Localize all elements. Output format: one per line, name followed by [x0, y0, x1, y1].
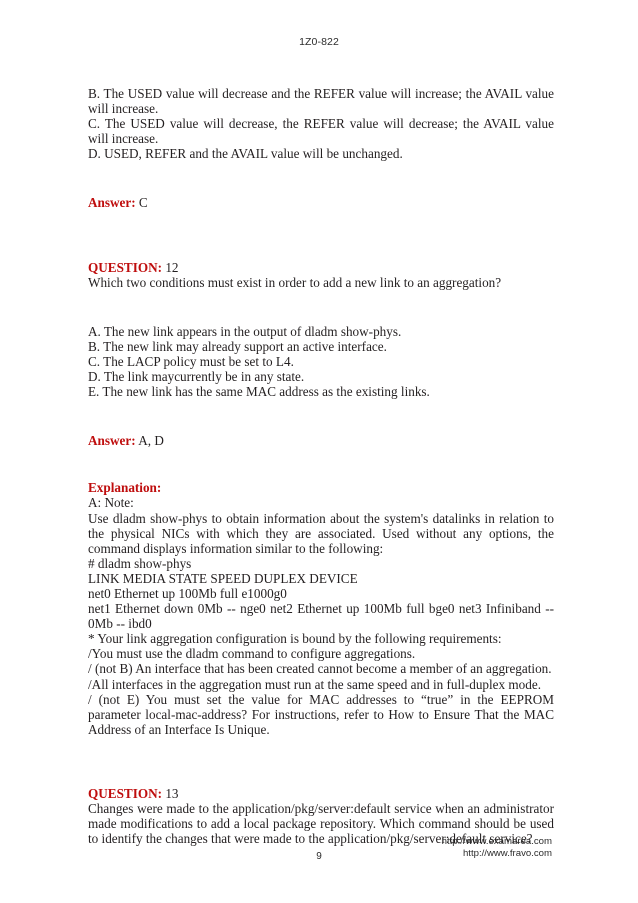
- explanation-requirement-4: / (not E) You must set the value for MAC…: [88, 691, 554, 737]
- explanation-note: A: Note:: [88, 495, 134, 511]
- explanation-output-header: LINK MEDIA STATE SPEED DUPLEX DEVICE: [88, 570, 358, 586]
- explanation-paragraph: Use dladm show-phys to obtain informatio…: [88, 510, 554, 556]
- question-13-heading: QUESTION: 13: [88, 786, 554, 801]
- question-12-heading: QUESTION: 12: [88, 260, 554, 275]
- option-d: D. USED, REFER and the AVAIL value will …: [88, 146, 403, 162]
- explanation-requirement-1: /You must use the dladm command to confi…: [88, 646, 416, 662]
- question-number: 13: [165, 785, 179, 801]
- question-12-prompt: Which two conditions must exist in order…: [88, 274, 502, 290]
- answer-value: C: [138, 195, 148, 211]
- answer-label: Answer:: [88, 433, 136, 449]
- explanation-label: Explanation:: [88, 480, 162, 496]
- explanation-command: # dladm show-phys: [88, 555, 192, 571]
- page-header-exam-code: 1Z0-822: [299, 36, 339, 48]
- answer-label: Answer:: [88, 195, 136, 211]
- question-label: QUESTION:: [88, 259, 163, 275]
- previous-question-options: B. The USED value will decrease and the …: [88, 86, 554, 161]
- option-b: B. The new link may already support an a…: [88, 338, 387, 354]
- explanation-output-net0: net0 Ethernet up 100Mb full e1000g0: [88, 585, 287, 601]
- question-label: QUESTION:: [88, 785, 163, 801]
- option-c: C. The USED value will decrease, the REF…: [88, 116, 554, 147]
- question-number: 12: [165, 259, 179, 275]
- option-d: D. The link maycurrently be in any state…: [88, 369, 305, 385]
- explanation-output-net1: net1 Ethernet down 0Mb -- nge0 net2 Ethe…: [88, 601, 554, 632]
- document-body: B. The USED value will decrease and the …: [88, 86, 554, 846]
- explanation-requirements-intro: * Your link aggregation configuration is…: [88, 631, 502, 647]
- explanation-requirement-2: / (not B) An interface that has been cre…: [88, 661, 552, 677]
- option-a: A. The new link appears in the output of…: [88, 323, 402, 339]
- option-b: B. The USED value will decrease and the …: [88, 86, 554, 117]
- page-number: 9: [316, 851, 322, 862]
- explanation-body: A: Note: Use dladm show-phys to obtain i…: [88, 495, 554, 737]
- question-12-options: A. The new link appears in the output of…: [88, 324, 554, 399]
- answer-line-question-12: Answer: A, D: [88, 433, 554, 448]
- option-e: E. The new link has the same MAC address…: [88, 384, 430, 400]
- option-c: C. The LACP policy must be set to L4.: [88, 353, 294, 369]
- footer-url-primary[interactable]: http://www.examarea.com: [442, 836, 552, 848]
- explanation-requirement-3: /All interfaces in the aggregation must …: [88, 676, 542, 692]
- page-footer: http://www.examarea.com http://www.fravo…: [0, 836, 638, 876]
- document-page: 1Z0-822 B. The USED value will decrease …: [0, 0, 638, 903]
- answer-line-previous: Answer: C: [88, 195, 554, 210]
- answer-value: A, D: [138, 433, 164, 449]
